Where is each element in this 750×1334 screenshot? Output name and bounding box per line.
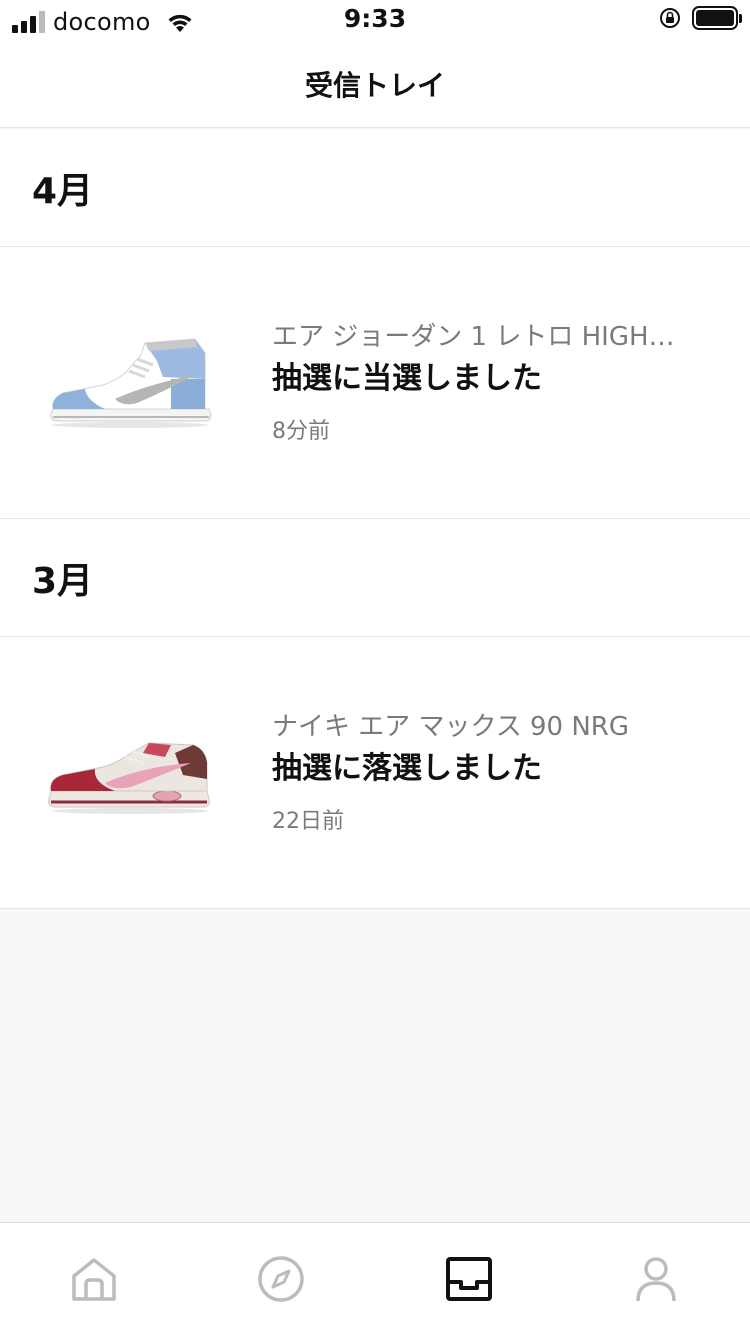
- compass-icon: [258, 1255, 304, 1302]
- inbox-icon: [445, 1256, 492, 1301]
- notification-title: 抽選に落選しました: [272, 750, 542, 786]
- notification-time: 8分前: [272, 418, 330, 444]
- product-name: ナイキ エア マックス 90 NRG: [272, 711, 630, 742]
- tab-home[interactable]: [0, 1223, 187, 1334]
- month-label: 4月: [32, 170, 94, 212]
- notification-text: エア ジョーダン 1 レトロ HIGH… 抽選に当選しました 8分前: [272, 320, 710, 446]
- inbox-list: 4月 エア ジョーダン 1 レトロ HIGH… 抽選に当選しました 8分前 3月…: [0, 129, 750, 909]
- sneaker-thumbnail-airmax: [40, 718, 220, 828]
- notification-time: 22日前: [272, 808, 344, 834]
- status-right: [658, 6, 742, 30]
- status-time: 9:33: [343, 4, 407, 33]
- notification-title: 抽選に当選しました: [272, 360, 542, 396]
- tab-discover[interactable]: [188, 1223, 375, 1334]
- notification-text: ナイキ エア マックス 90 NRG 抽選に落選しました 22日前: [272, 710, 710, 836]
- tab-profile[interactable]: [563, 1223, 750, 1334]
- sneaker-thumbnail-jordan: [40, 328, 220, 438]
- orientation-lock-icon: [660, 8, 680, 28]
- tab-inbox[interactable]: [375, 1223, 562, 1334]
- notification-item[interactable]: エア ジョーダン 1 レトロ HIGH… 抽選に当選しました 8分前: [0, 247, 750, 519]
- nav-header: 受信トレイ: [0, 40, 750, 128]
- tab-bar: [0, 1222, 750, 1334]
- notification-item[interactable]: ナイキ エア マックス 90 NRG 抽選に落選しました 22日前: [0, 637, 750, 909]
- profile-icon: [636, 1256, 676, 1301]
- home-icon: [72, 1257, 116, 1301]
- month-label: 3月: [32, 560, 94, 602]
- page-title: 受信トレイ: [304, 68, 445, 102]
- month-header-march: 3月: [0, 519, 750, 637]
- status-bar: docomo 9:33: [0, 0, 750, 40]
- month-header-april: 4月: [0, 129, 750, 247]
- product-name: エア ジョーダン 1 レトロ HIGH…: [272, 321, 675, 352]
- inbox-screen: docomo 9:33 受信トレイ 4月 エア ジョーダン 1 レトロ HIGH…: [0, 0, 750, 1334]
- battery-icon: [692, 6, 742, 30]
